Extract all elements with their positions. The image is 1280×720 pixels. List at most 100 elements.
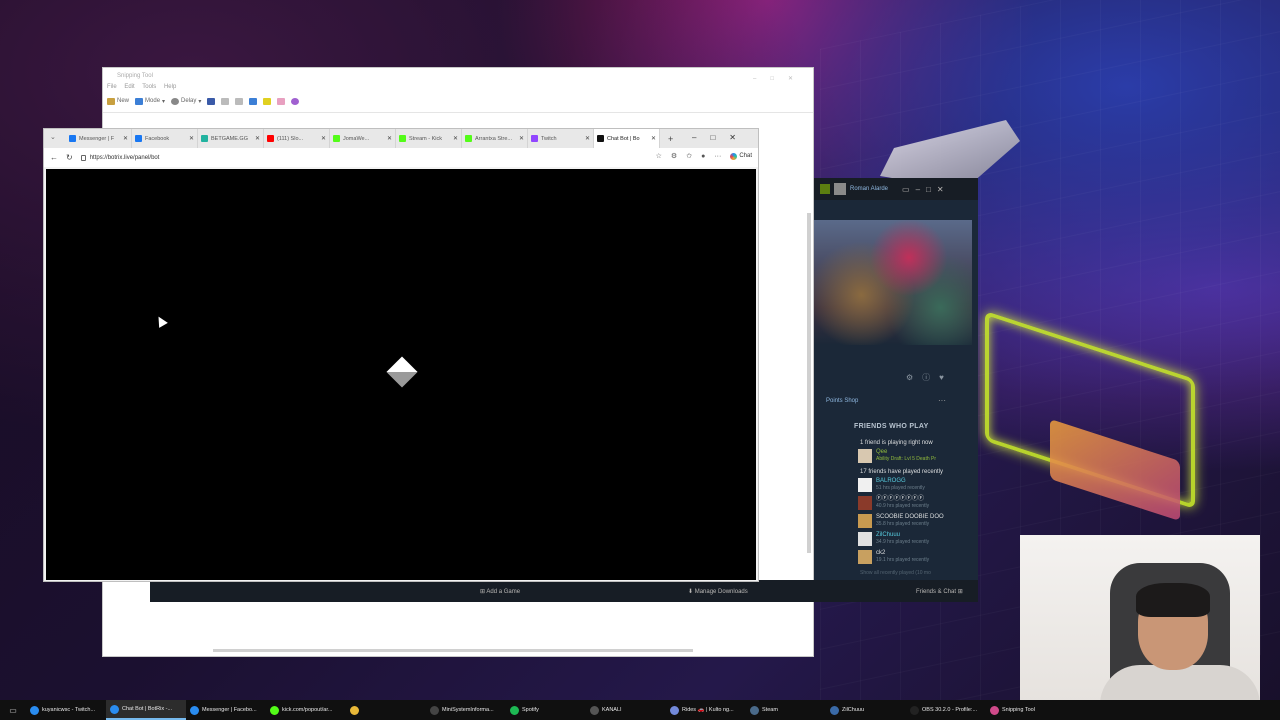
tab-label: Stream - Kick — [409, 135, 443, 142]
extensions-icon[interactable]: ⚙ — [671, 152, 677, 160]
friend-name: ck2 — [876, 550, 886, 556]
close-tab-icon[interactable]: ✕ — [453, 135, 458, 142]
paint3d-icon[interactable] — [291, 97, 300, 105]
menu-help[interactable]: Help — [164, 84, 176, 90]
friend-row[interactable]: Qee Ability Draft: Lvl 5 Death Pr — [858, 449, 974, 467]
game-action-icons[interactable]: ⚙ⓘ♥ — [906, 372, 953, 383]
taskbar-item[interactable]: Messenger | Facebo... — [186, 700, 266, 720]
taskbar-item[interactable] — [346, 700, 426, 720]
webcam-overlay — [1020, 535, 1260, 705]
tab-list: Messenger | F ✕ Facebook ✕ BETGAME.GG ✕ (111) … — [66, 129, 660, 148]
menu-tools[interactable]: Tools — [142, 84, 156, 90]
steam-window-controls[interactable]: ▭–□✕ — [902, 185, 950, 194]
new-snip-button[interactable]: New — [107, 97, 129, 105]
mode-button[interactable]: Mode ▾ — [135, 97, 165, 105]
tab-label: (111) Slo... — [277, 135, 304, 142]
friend-row[interactable]: ZilChuuu 34.9 hrs played recently — [858, 532, 974, 550]
taskbar-app-icon — [670, 705, 679, 715]
taskbar-item[interactable]: kick.com/popout/ar... — [266, 700, 346, 720]
favorite-star-icon[interactable]: ☆ — [656, 152, 662, 160]
menu-edit[interactable]: Edit — [124, 84, 134, 90]
browser-window-controls[interactable]: –□✕ — [692, 133, 750, 142]
points-shop-link[interactable]: Points Shop — [826, 398, 858, 404]
browser-tab[interactable]: (111) Slo... ✕ — [264, 129, 330, 148]
browser-tab[interactable]: Stream - Kick ✕ — [396, 129, 462, 148]
tab-label: Arrantxa Stre... — [475, 135, 512, 142]
avatar — [858, 550, 872, 564]
save-icon[interactable] — [207, 97, 216, 105]
close-tab-icon[interactable]: ✕ — [123, 135, 128, 142]
snipping-tool-window-controls[interactable]: –□✕ — [753, 71, 807, 87]
browser-tab[interactable]: Facebook ✕ — [132, 129, 198, 148]
taskbar-item[interactable]: Steam — [746, 700, 826, 720]
menu-file[interactable]: File — [107, 84, 117, 90]
show-all-link[interactable]: Show all recently played (10 mo — [860, 570, 974, 576]
browser-toolbar: ☆ ⚙ ✩ ● ··· Chat — [656, 152, 752, 160]
taskbar-item[interactable]: Chat Bot | BotRix -... — [106, 700, 186, 720]
taskbar-item[interactable]: MiniSystemInforma... — [426, 700, 506, 720]
more-icon[interactable]: ··· — [714, 153, 721, 160]
close-tab-icon[interactable]: ✕ — [321, 135, 326, 142]
new-tab-button[interactable]: + — [668, 134, 673, 144]
taskbar-item[interactable]: kuyanicwsc - Twitch... — [26, 700, 106, 720]
manage-downloads-button[interactable]: ⬇ Manage Downloads — [688, 588, 748, 595]
url-field[interactable]: https://botrix.live/panel/bot — [80, 154, 159, 161]
favorites-icon[interactable]: ✩ — [686, 152, 692, 160]
copilot-chat-button[interactable]: Chat — [730, 152, 752, 160]
refresh-icon[interactable]: ↻ — [66, 153, 73, 162]
add-game-button[interactable]: ⊞ Add a Game — [480, 588, 520, 595]
friend-row[interactable]: ⒻⒻⒻⒻⒻⒻⒻⒻ 40.9 hrs played recently — [858, 496, 974, 514]
avatar[interactable] — [834, 183, 846, 195]
taskbar-item-label: Spotify — [522, 707, 539, 713]
taskbar-item-label: Messenger | Facebo... — [202, 707, 257, 713]
taskbar-item[interactable]: Snipping Tool — [986, 700, 1066, 720]
pen-icon[interactable] — [249, 97, 258, 105]
tab-actions-icon[interactable]: ⌄ — [50, 133, 56, 141]
back-icon[interactable]: ← — [50, 153, 58, 162]
taskbar-item-label: Steam — [762, 707, 778, 713]
taskbar-app-icon — [990, 705, 999, 715]
friends-who-play-title: FRIENDS WHO PLAY — [854, 423, 929, 430]
notification-icon[interactable] — [820, 184, 830, 194]
close-tab-icon[interactable]: ✕ — [255, 135, 260, 142]
avatar — [858, 449, 872, 463]
browser-tab[interactable]: JomaWe... ✕ — [330, 129, 396, 148]
taskbar-item[interactable]: Spotify — [506, 700, 586, 720]
browser-tab[interactable]: Arrantxa Stre... ✕ — [462, 129, 528, 148]
send-icon[interactable] — [235, 97, 244, 105]
browser-window[interactable]: ⌄ Messenger | F ✕ Facebook ✕ BETGAME.GG ✕ (111… — [43, 128, 759, 582]
friends-chat-label: Friends & Chat — [916, 588, 957, 595]
browser-tab[interactable]: Messenger | F ✕ — [66, 129, 132, 148]
delay-button[interactable]: Delay ▾ — [171, 97, 201, 105]
browser-tab[interactable]: Chat Bot | Bo ✕ — [594, 129, 660, 148]
lock-icon — [80, 154, 86, 161]
horizontal-scrollbar[interactable] — [213, 649, 693, 652]
more-options-icon[interactable]: ··· — [938, 396, 946, 405]
close-tab-icon[interactable]: ✕ — [387, 135, 392, 142]
close-tab-icon[interactable]: ✕ — [585, 135, 590, 142]
mode-icon — [135, 97, 144, 105]
friends-chat-button[interactable]: Friends & Chat ⊞ — [916, 588, 963, 595]
browser-tab[interactable]: Twitch ✕ — [528, 129, 594, 148]
close-tab-icon[interactable]: ✕ — [189, 135, 194, 142]
taskbar-item[interactable]: Rides 🚗 | Kulto ng... — [666, 700, 746, 720]
taskbar-item[interactable]: OBS 30.2.0 - Profile:... — [906, 700, 986, 720]
friend-row[interactable]: ck2 19.1 hrs played recently — [858, 550, 974, 568]
highlighter-icon[interactable] — [263, 97, 272, 105]
friend-row[interactable]: SCOOBIE DOOBIE DOO 35.8 hrs played recen… — [858, 514, 974, 532]
taskbar-item[interactable]: ZilChuuu — [826, 700, 906, 720]
eraser-icon[interactable] — [277, 97, 286, 105]
taskbar-item-label: KANALI — [602, 707, 622, 713]
close-tab-icon[interactable]: ✕ — [651, 135, 656, 142]
taskbar-app-icon — [270, 705, 279, 715]
profile-icon[interactable]: ● — [701, 153, 705, 160]
taskbar-items: kuyanicwsc - Twitch... Chat Bot | BotRix … — [26, 700, 1066, 720]
task-view-icon[interactable]: ▭ — [0, 706, 26, 715]
browser-tab[interactable]: BETGAME.GG ✕ — [198, 129, 264, 148]
taskbar-item-label: MiniSystemInforma... — [442, 707, 494, 713]
steam-username[interactable]: Roman Alarde — [850, 186, 888, 192]
friend-row[interactable]: BALROGG 51 hrs played recently — [858, 478, 974, 496]
close-tab-icon[interactable]: ✕ — [519, 135, 524, 142]
copy-icon[interactable] — [221, 97, 230, 105]
taskbar-item[interactable]: KANALI — [586, 700, 666, 720]
